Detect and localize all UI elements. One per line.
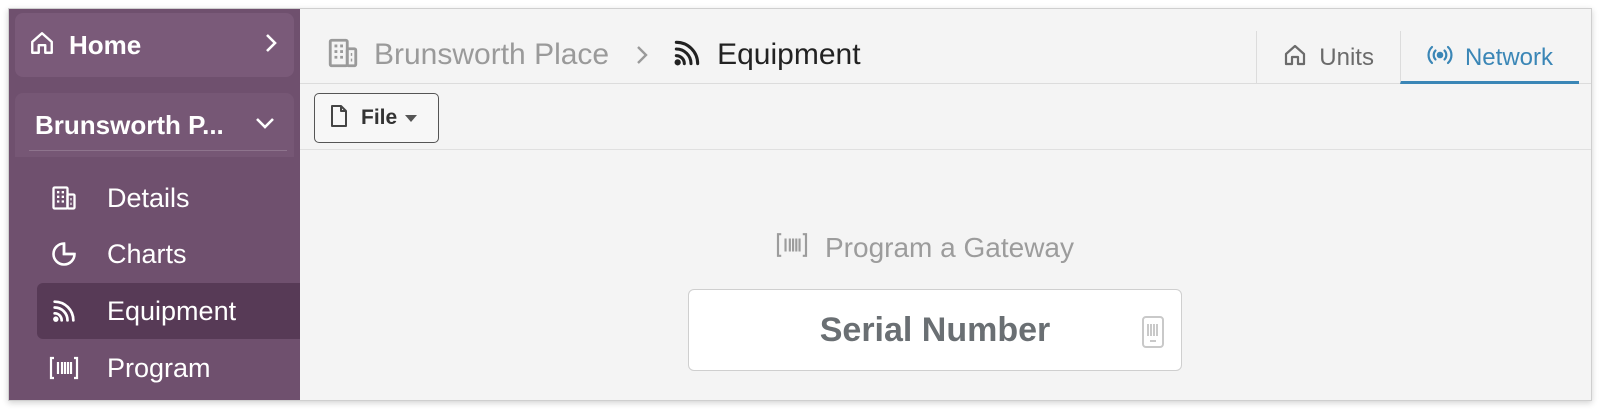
- toolbar: File: [300, 85, 1591, 150]
- page-title: Equipment: [717, 38, 861, 71]
- sidebar-item-charts[interactable]: Charts: [37, 226, 300, 282]
- building-icon: [47, 184, 81, 212]
- sidebar-home-button[interactable]: Home: [15, 13, 294, 77]
- broadcast-icon: [1427, 44, 1453, 71]
- sidebar-home-label: Home: [69, 29, 142, 60]
- barcode-scan-icon: [775, 231, 809, 264]
- file-icon: [329, 104, 349, 133]
- view-tabs: Units Network: [1256, 31, 1579, 84]
- tab-network[interactable]: Network: [1399, 31, 1579, 84]
- sidebar-section-label: Brunsworth P...: [35, 109, 224, 140]
- chevron-right-icon: [262, 32, 280, 59]
- caret-down-icon: [405, 114, 418, 122]
- sidebar-item-details[interactable]: Details: [37, 170, 300, 226]
- building-icon: [326, 36, 360, 75]
- sidebar-section-toggle[interactable]: Brunsworth P...: [15, 93, 294, 157]
- top-bar: Brunsworth Place Equipment Units Network: [300, 9, 1591, 84]
- tab-label: Network: [1464, 43, 1553, 71]
- home-icon: [29, 30, 55, 61]
- file-menu-label: File: [361, 106, 398, 129]
- breadcrumb-root-link[interactable]: Brunsworth Place: [374, 38, 609, 72]
- sidebar-item-label: Program: [107, 352, 211, 383]
- signal-icon: [671, 37, 703, 74]
- app-window: Home Brunsworth P... Details Charts Equi…: [8, 8, 1592, 401]
- barcode-scanner-icon[interactable]: [1141, 315, 1165, 354]
- sidebar-item-program[interactable]: Program: [37, 340, 300, 396]
- tab-label: Units: [1319, 43, 1374, 71]
- breadcrumb: Brunsworth Place Equipment: [326, 35, 861, 75]
- serial-number-input[interactable]: Serial Number: [688, 289, 1182, 371]
- sidebar-item-label: Details: [107, 182, 190, 213]
- tab-units[interactable]: Units: [1256, 31, 1400, 84]
- main-panel: Brunsworth Place Equipment Units Network…: [300, 9, 1591, 400]
- chevron-down-icon: [254, 115, 276, 136]
- sidebar-item-equipment[interactable]: Equipment: [37, 283, 300, 339]
- serial-number-placeholder: Serial Number: [819, 310, 1051, 349]
- sidebar-item-label: Equipment: [107, 295, 237, 326]
- sidebar-divider: [29, 150, 287, 151]
- sidebar: Home Brunsworth P... Details Charts Equi…: [9, 9, 300, 400]
- program-heading: Program a Gateway: [775, 231, 1074, 264]
- pie-chart-icon: [47, 240, 81, 268]
- signal-icon: [47, 297, 81, 325]
- sidebar-item-label: Charts: [107, 238, 187, 269]
- barcode-scan-icon: [47, 355, 81, 381]
- program-heading-label: Program a Gateway: [825, 231, 1074, 263]
- chevron-right-icon: [635, 44, 649, 66]
- file-menu-button[interactable]: File: [314, 93, 439, 143]
- home-icon: [1283, 43, 1307, 72]
